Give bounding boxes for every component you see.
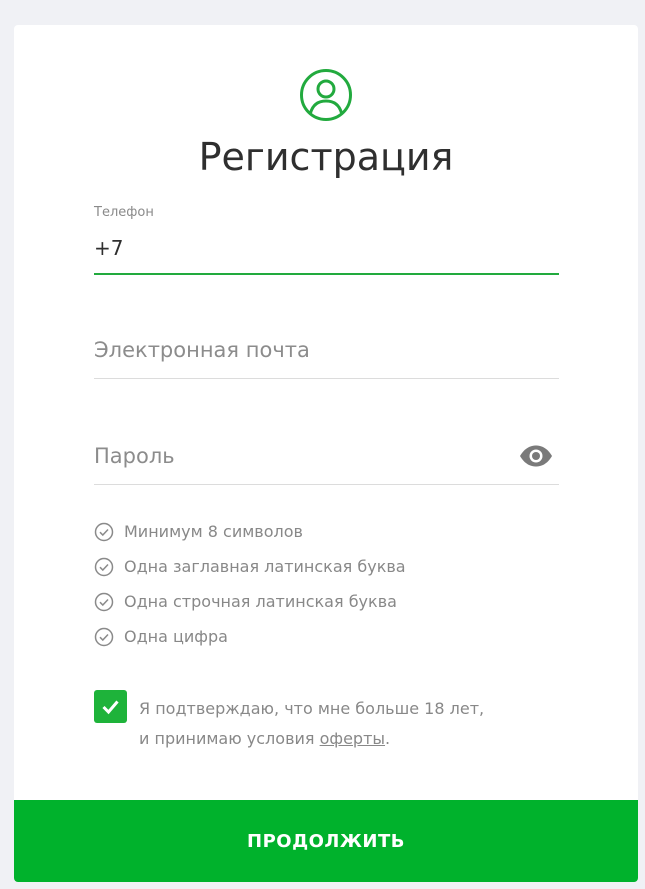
checkmark-icon — [102, 700, 119, 715]
email-input[interactable] — [94, 333, 559, 367]
check-circle-icon — [94, 627, 114, 646]
offer-link[interactable]: оферты — [320, 729, 385, 748]
password-field[interactable] — [94, 421, 559, 485]
agreement-suffix: . — [385, 729, 391, 748]
agreement-line-2-prefix: и принимаю условия — [139, 729, 320, 748]
password-rule: Одна заглавная латинская буква — [94, 549, 406, 584]
password-rule: Минимум 8 символов — [94, 514, 406, 549]
page-title: Регистрация — [198, 135, 454, 179]
agreement-checkbox[interactable] — [94, 690, 127, 723]
check-circle-icon — [94, 557, 114, 576]
password-rule-text: Одна цифра — [124, 627, 228, 646]
registration-card: Регистрация Телефон Минимум 8 символов — [14, 25, 638, 882]
continue-button[interactable]: ПРОДОЛЖИТЬ — [14, 800, 638, 882]
password-rule-text: Одна заглавная латинская буква — [124, 557, 406, 576]
password-rule: Одна строчная латинская буква — [94, 584, 406, 619]
password-rule-text: Одна строчная латинская буква — [124, 592, 397, 611]
password-rules: Минимум 8 символов Одна заглавная латинс… — [94, 514, 406, 654]
email-field[interactable] — [94, 315, 559, 379]
user-circle-icon — [300, 69, 352, 121]
agreement-line-1: Я подтверждаю, что мне больше 18 лет, — [139, 699, 485, 718]
eye-icon[interactable] — [519, 445, 553, 467]
check-circle-icon — [94, 592, 114, 611]
password-rule: Одна цифра — [94, 619, 406, 654]
check-circle-icon — [94, 522, 114, 541]
agreement-line-2: и принимаю условия оферты. — [139, 724, 559, 754]
phone-input[interactable] — [94, 231, 559, 265]
password-input[interactable] — [94, 439, 559, 473]
password-rule-text: Минимум 8 символов — [124, 522, 303, 541]
phone-label: Телефон — [94, 205, 154, 220]
agreement-text: Я подтверждаю, что мне больше 18 лет, и … — [139, 694, 559, 754]
phone-field[interactable]: Телефон — [94, 203, 559, 275]
